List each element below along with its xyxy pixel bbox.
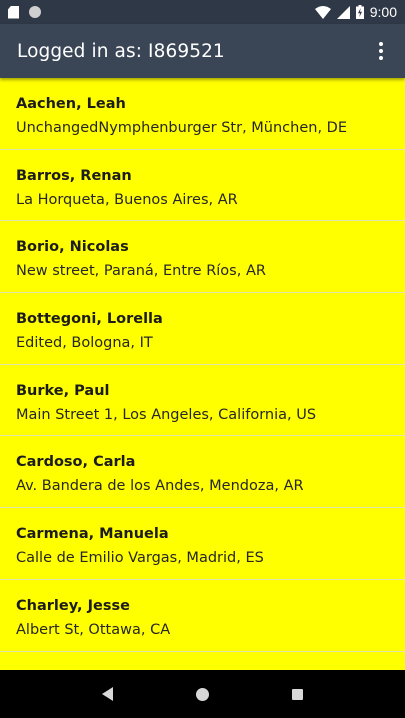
item-address: Calle de Emilio Vargas, Madrid, ES — [16, 550, 264, 567]
back-button[interactable] — [90, 676, 126, 712]
sd-card-icon — [8, 5, 19, 19]
home-icon — [196, 687, 209, 701]
item-name: Burke, Paul — [16, 382, 110, 399]
status-bar: 9:00 — [0, 0, 405, 24]
page-title: Logged in as: I869521 — [17, 40, 225, 62]
recents-button[interactable] — [280, 676, 316, 712]
list-item[interactable]: Barros, Renan La Horqueta, Buenos Aires,… — [0, 150, 405, 222]
item-name: Bottegoni, Lorella — [16, 311, 163, 328]
item-name: Carmena, Manuela — [16, 526, 169, 543]
wifi-icon — [314, 5, 331, 19]
item-address: Albert St, Ottawa, CA — [16, 621, 171, 638]
item-address: La Horqueta, Buenos Aires, AR — [16, 191, 238, 208]
list-item[interactable]: Bottegoni, Lorella Edited, Bologna, IT — [0, 293, 405, 365]
item-address: Av. Bandera de los Andes, Mendoza, AR — [16, 478, 304, 495]
back-icon — [102, 687, 113, 701]
list-item[interactable]: Borio, Nicolas New street, Paraná, Entre… — [0, 221, 405, 294]
recents-icon — [292, 688, 303, 700]
list-item[interactable] — [0, 652, 405, 671]
item-name: Cardoso, Carla — [16, 454, 136, 471]
item-name: Aachen, Leah — [16, 96, 126, 112]
list-item[interactable]: Burke, Paul Main Street 1, Los Angeles, … — [0, 365, 405, 437]
list-item[interactable]: Carmena, Manuela Calle de Emilio Vargas,… — [0, 508, 405, 580]
cell-signal-icon — [336, 5, 350, 19]
contact-list[interactable]: Aachen, Leah UnchangedNymphenburger Str,… — [0, 78, 405, 670]
item-name: Borio, Nicolas — [16, 239, 129, 256]
item-address: Main Street 1, Los Angeles, California, … — [16, 406, 317, 423]
sync-dot-icon — [29, 6, 41, 18]
list-item[interactable]: Cardoso, Carla Av. Bandera de los Andes,… — [0, 436, 405, 509]
battery-charging-icon — [355, 5, 364, 19]
app-bar: Logged in as: I869521 — [0, 24, 405, 78]
item-address: New street, Paraná, Entre Ríos, AR — [16, 263, 266, 280]
item-name: Barros, Renan — [16, 167, 132, 184]
overflow-menu-icon[interactable] — [371, 39, 391, 63]
navigation-bar — [0, 670, 405, 718]
home-button[interactable] — [185, 676, 221, 712]
item-address: UnchangedNymphenburger Str, München, DE — [16, 120, 348, 136]
status-time: 9:00 — [369, 4, 397, 20]
list-item[interactable]: Aachen, Leah UnchangedNymphenburger Str,… — [0, 78, 405, 150]
item-address: Edited, Bologna, IT — [16, 335, 153, 352]
list-item[interactable]: Charley, Jesse Albert St, Ottawa, CA — [0, 580, 405, 652]
item-name: Charley, Jesse — [16, 597, 130, 614]
